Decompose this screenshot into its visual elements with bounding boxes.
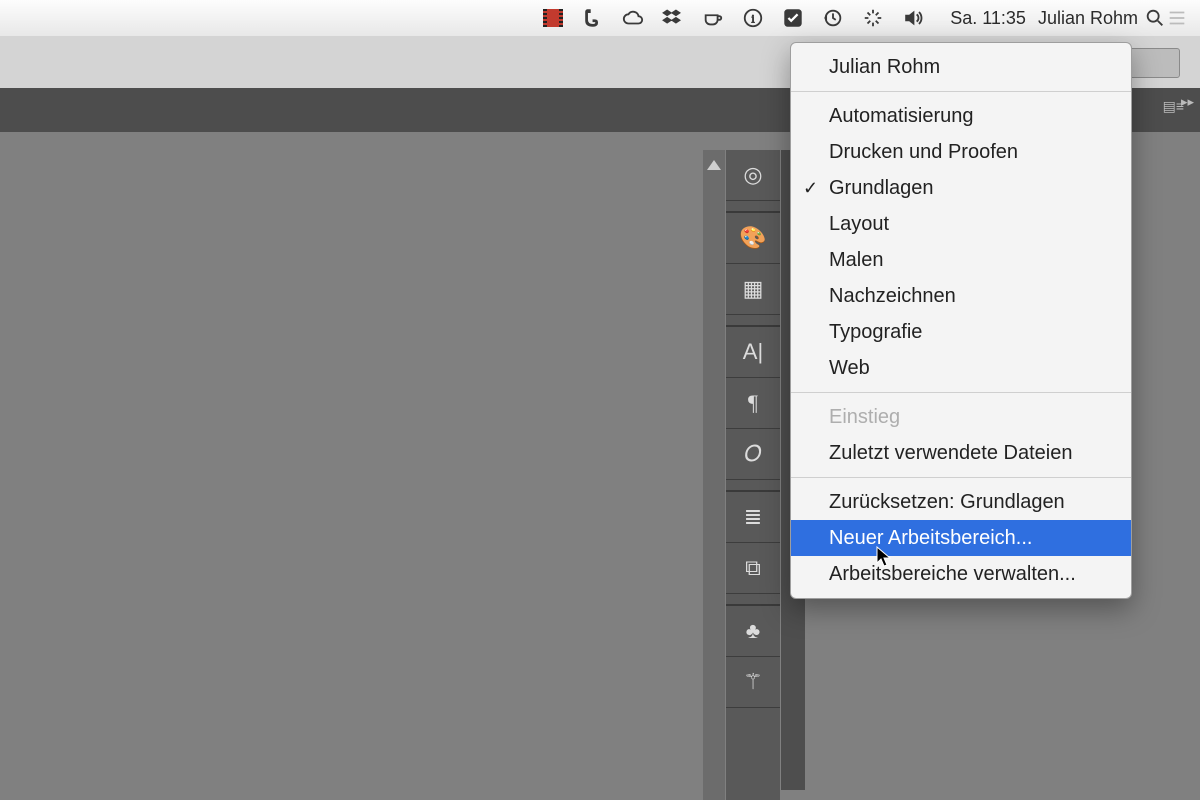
info-icon[interactable]: i [742, 0, 764, 36]
dock-icon-5[interactable]: ¶ [726, 378, 780, 429]
workspace-item-typografie[interactable]: Typografie [791, 314, 1131, 350]
checkbox-icon[interactable] [782, 0, 804, 36]
workspace-item-new[interactable]: Neuer Arbeitsbereich... [791, 520, 1131, 556]
workspace-item-manage[interactable]: Arbeitsbereiche verwalten... [791, 556, 1131, 592]
panel-dock: ◎ 🎨 ▦ A| ¶ 𝑂 ≣ ⧉ ♣ ⚚ [726, 150, 780, 800]
workspace-item-malen[interactable]: Malen [791, 242, 1131, 278]
workspace-item-einstieg: Einstieg [791, 399, 1131, 435]
workspace-item-recent[interactable]: Zuletzt verwendete Dateien [791, 435, 1131, 471]
dock-icon-6[interactable]: 𝑂 [726, 429, 780, 480]
dock-icon-1[interactable]: ◎ [726, 150, 780, 201]
film-icon[interactable] [542, 0, 564, 36]
workspace-item-grundlagen[interactable]: Grundlagen [791, 170, 1131, 206]
sync-icon[interactable] [862, 0, 884, 36]
macos-menubar: i Sa. 11:35 Julian Rohm [0, 0, 1200, 37]
workspace-switcher-button[interactable] [1124, 48, 1180, 78]
dock-icon-4[interactable]: A| [726, 327, 780, 378]
workspace-item-reset[interactable]: Zurücksetzen: Grundlagen [791, 484, 1131, 520]
caffeine-icon[interactable] [702, 0, 724, 36]
dropbox-icon[interactable] [662, 0, 684, 36]
dock-icon-3[interactable]: ▦ [726, 264, 780, 315]
timemachine-icon[interactable] [822, 0, 844, 36]
svg-text:i: i [752, 12, 756, 26]
menubar-status-icons: i [542, 0, 924, 36]
scroll-up-arrow-icon[interactable] [707, 160, 721, 170]
menu-separator [791, 477, 1131, 478]
workspace-item-drucken[interactable]: Drucken und Proofen [791, 134, 1131, 170]
workspace-dropdown: Julian Rohm Automatisierung Drucken und … [790, 42, 1132, 599]
workspace-item-user[interactable]: Julian Rohm [791, 49, 1131, 85]
panel-collapse-icon[interactable]: ▸▸ [1181, 94, 1194, 110]
panel-divider[interactable] [703, 150, 725, 800]
menubar-clock[interactable]: Sa. 11:35 [944, 0, 1032, 36]
menubar-user[interactable]: Julian Rohm [1032, 0, 1144, 36]
dock-icon-2[interactable]: 🎨 [726, 213, 780, 264]
workspace-item-automatisierung[interactable]: Automatisierung [791, 98, 1131, 134]
notification-center-icon[interactable] [1166, 0, 1188, 36]
dock-icon-7[interactable]: ≣ [726, 492, 780, 543]
volume-icon[interactable] [902, 0, 924, 36]
workspace-item-layout[interactable]: Layout [791, 206, 1131, 242]
dock-icon-10[interactable]: ⚚ [726, 657, 780, 708]
dock-icon-9[interactable]: ♣ [726, 606, 780, 657]
workspace-item-web[interactable]: Web [791, 350, 1131, 386]
menu-separator [791, 392, 1131, 393]
workspace-item-nachzeichnen[interactable]: Nachzeichnen [791, 278, 1131, 314]
dock-icon-8[interactable]: ⧉ [726, 543, 780, 594]
menu-separator [791, 91, 1131, 92]
spotlight-icon[interactable] [1144, 0, 1166, 36]
evernote-icon[interactable] [582, 0, 604, 36]
cloud-icon[interactable] [622, 0, 644, 36]
